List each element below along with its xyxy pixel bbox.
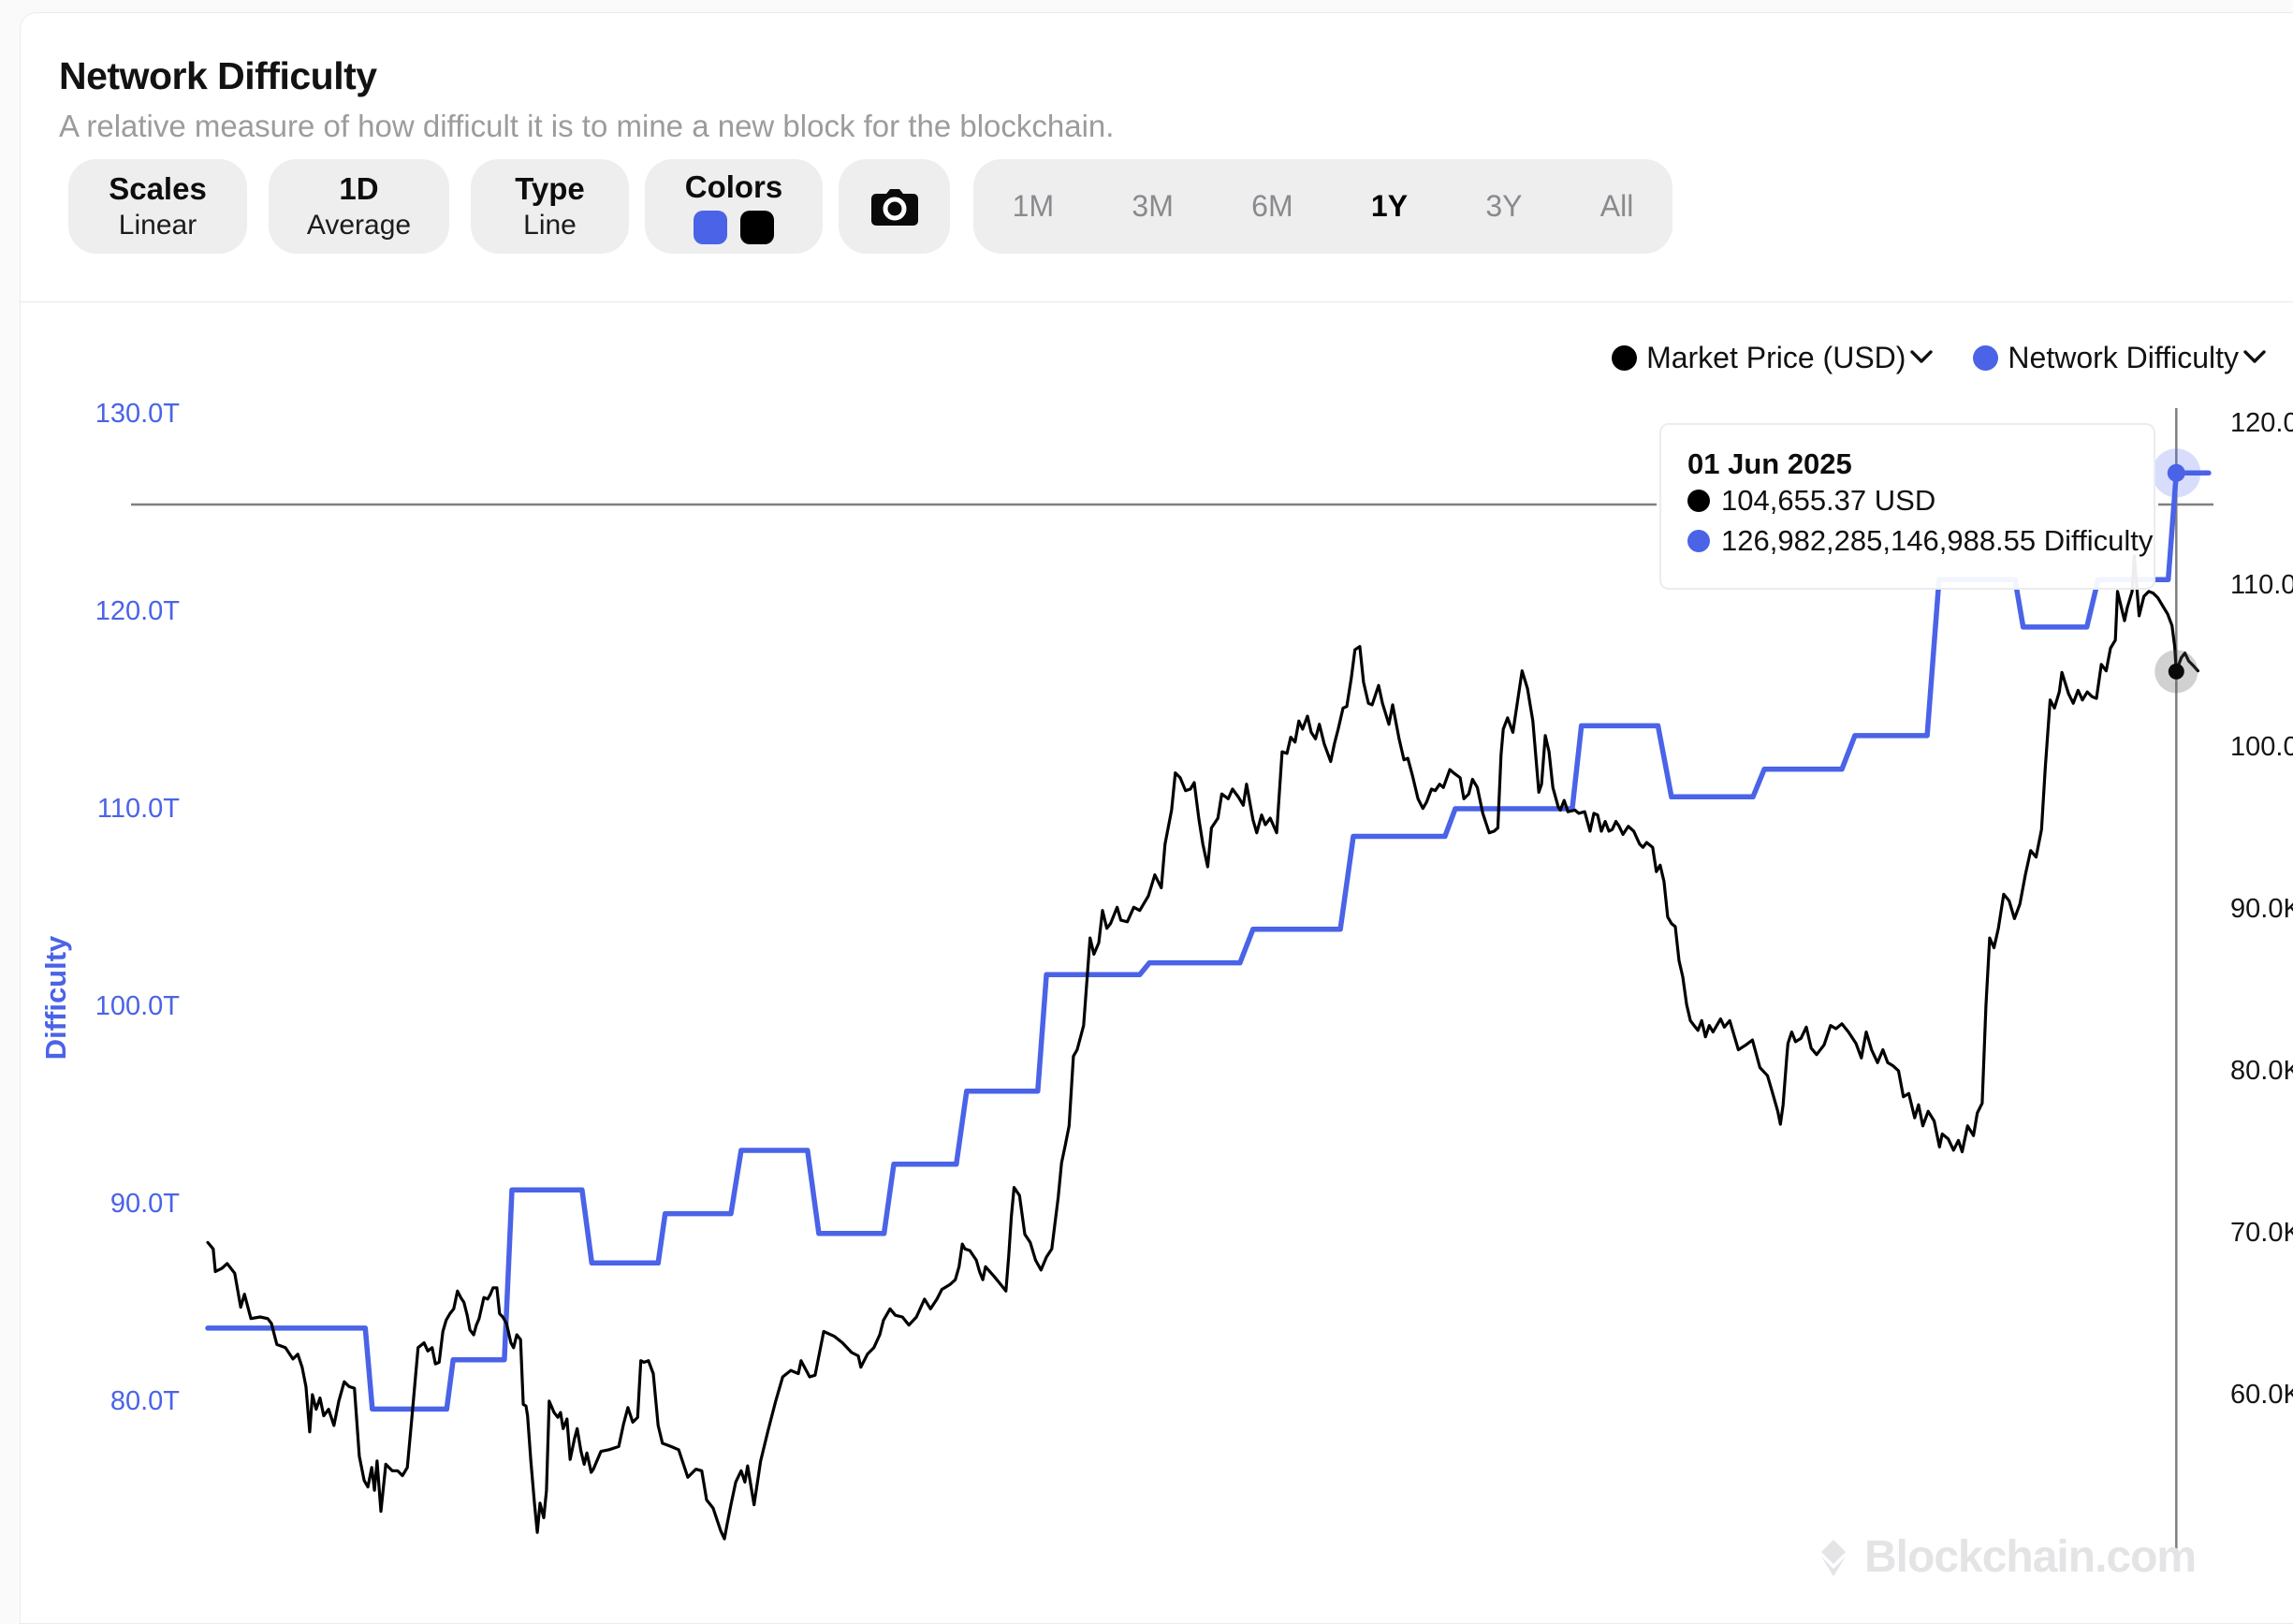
series-line-price (208, 556, 2198, 1539)
tooltip-date: 01 Jun 2025 (1687, 447, 1852, 481)
watermark-text: Blockchain.com (1864, 1531, 2196, 1583)
tooltip-row-0: 104,655.37 USD (1687, 484, 1935, 518)
chart-tooltip: 01 Jun 2025 104,655.37 USD 126,982,285,14… (1659, 423, 2155, 590)
chart-plot-area[interactable] (0, 0, 2293, 1571)
series-line-difficulty (208, 473, 2209, 1409)
blockchain-diamond-logo-icon (1814, 1538, 1853, 1577)
watermark: Blockchain.com (1814, 1531, 2196, 1583)
tooltip-row-1: 126,982,285,146,988.55 Difficulty (1687, 524, 2153, 558)
